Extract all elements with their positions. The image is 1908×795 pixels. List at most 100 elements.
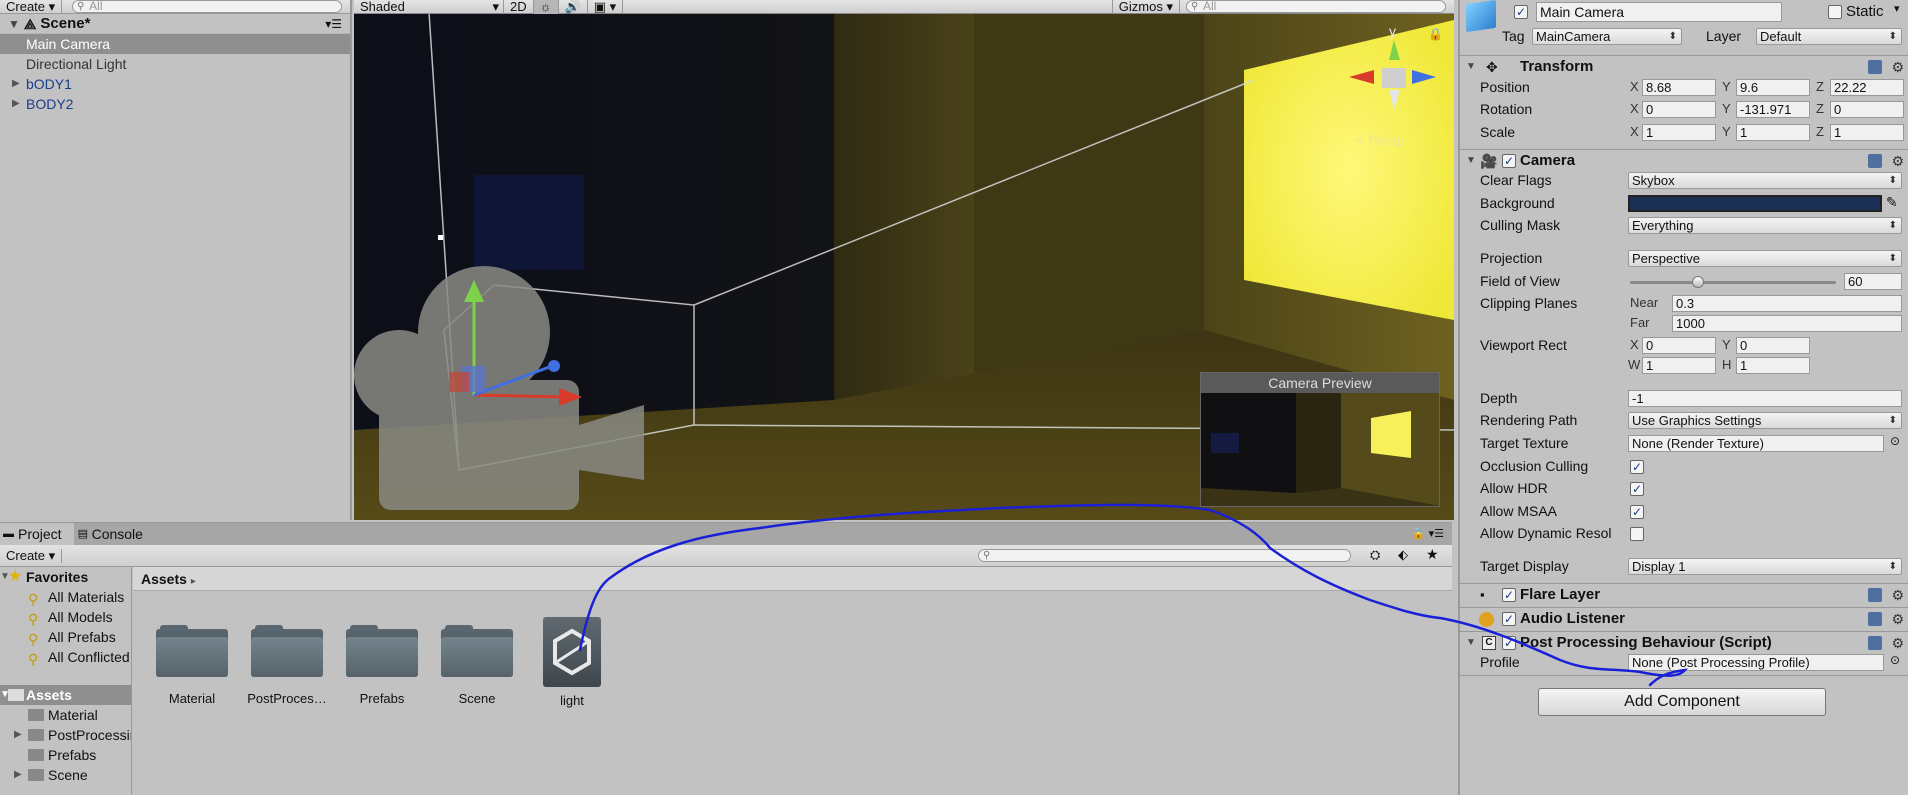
static-checkbox[interactable] — [1828, 5, 1842, 19]
axis-z-label[interactable]: Z — [1816, 79, 1824, 94]
axis-z-label[interactable]: Z — [1816, 101, 1824, 116]
expand-arrow-icon[interactable]: ▶ — [12, 94, 20, 114]
position-x-input[interactable]: 8.68 — [1642, 79, 1716, 96]
expand-arrow-icon[interactable]: ▼ — [8, 14, 20, 34]
collapse-arrow-icon[interactable]: ▼ — [1466, 632, 1476, 654]
tab-project[interactable]: ▬ Project — [0, 523, 74, 545]
post-processing-component-header[interactable]: ▼ C ✓ Post Processing Behaviour (Script)… — [1460, 631, 1908, 653]
audio-listener-checkbox[interactable]: ✓ — [1502, 612, 1516, 626]
gizmos-dropdown[interactable]: Gizmos ▾ — [1111, 0, 1180, 14]
panel-menu-icon[interactable]: 🔒 ▾☰ — [1412, 523, 1444, 545]
expand-arrow-icon[interactable]: ▶ — [12, 74, 20, 94]
axis-x-label[interactable]: X — [1630, 101, 1639, 116]
favorite-item-all-materials[interactable]: ⚲ All Materials — [0, 587, 131, 607]
hierarchy-item-main-camera[interactable]: Main Camera — [0, 34, 350, 54]
allow-msaa-checkbox[interactable]: ✓ — [1630, 505, 1644, 519]
favorite-item-all-models[interactable]: ⚲ All Models — [0, 607, 131, 627]
favorite-item-all-conflicted[interactable]: ⚲ All Conflicted — [0, 647, 131, 667]
gear-icon[interactable]: ⚙ — [1891, 632, 1904, 654]
profile-field[interactable]: None (Post Processing Profile) — [1628, 654, 1884, 671]
axis-x-label[interactable]: X — [1630, 79, 1639, 94]
rotation-y-input[interactable]: -131.971 — [1736, 101, 1810, 118]
clear-flags-dropdown[interactable]: Skybox — [1628, 172, 1902, 189]
axis-h-label[interactable]: H — [1722, 357, 1731, 372]
object-name-input[interactable]: Main Camera — [1536, 2, 1782, 22]
transform-component-header[interactable]: ▼ ✥ Transform ⚙ — [1460, 55, 1908, 77]
expand-arrow-icon[interactable]: ▶ — [14, 765, 22, 785]
projection-dropdown[interactable]: Perspective — [1628, 250, 1902, 267]
rotation-z-input[interactable]: 0 — [1830, 101, 1904, 118]
tree-folder-material[interactable]: Material — [0, 705, 131, 725]
static-dropdown-icon[interactable]: ▾ — [1894, 2, 1900, 15]
help-book-icon[interactable] — [1868, 60, 1882, 74]
axis-z-label[interactable]: Z — [1816, 124, 1824, 139]
filter-label-icon[interactable]: ⬖ — [1398, 547, 1408, 563]
allow-dynamic-resolution-checkbox[interactable] — [1630, 527, 1644, 541]
occlusion-culling-checkbox[interactable]: ✓ — [1630, 460, 1644, 474]
background-color-swatch[interactable] — [1628, 195, 1882, 212]
axis-y-label[interactable]: Y — [1722, 79, 1731, 94]
post-processing-checkbox[interactable]: ✓ — [1502, 636, 1516, 650]
viewport-x-input[interactable]: 0 — [1642, 337, 1716, 354]
axis-y-label[interactable]: Y — [1722, 337, 1731, 352]
help-book-icon[interactable] — [1868, 612, 1882, 626]
far-label[interactable]: Far — [1630, 315, 1650, 330]
camera-enabled-checkbox[interactable]: ✓ — [1502, 154, 1516, 168]
help-book-icon[interactable] — [1868, 154, 1882, 168]
scale-z-input[interactable]: 1 — [1830, 124, 1904, 141]
viewport-h-input[interactable]: 1 — [1736, 357, 1810, 374]
near-label[interactable]: Near — [1630, 295, 1658, 310]
collapse-arrow-icon[interactable]: ▼ — [1466, 56, 1476, 78]
tab-console[interactable]: ▤ Console — [74, 523, 155, 545]
asset-folder-material[interactable]: Material — [147, 625, 237, 706]
add-component-button[interactable]: Add Component — [1538, 688, 1826, 716]
asset-folder-prefabs[interactable]: Prefabs — [337, 625, 427, 706]
lock-icon[interactable]: 🔒 — [1428, 27, 1443, 41]
projection-label[interactable]: < Persp — [1356, 132, 1405, 148]
tree-folder-postprocessing[interactable]: ▶ PostProcessing — [0, 725, 131, 745]
allow-hdr-checkbox[interactable]: ✓ — [1630, 482, 1644, 496]
assets-root-folder[interactable]: ▼ Assets — [0, 685, 131, 705]
position-z-input[interactable]: 22.22 — [1830, 79, 1904, 96]
expand-arrow-icon[interactable]: ▶ — [14, 725, 22, 745]
scale-y-input[interactable]: 1 — [1736, 124, 1810, 141]
favorites-header[interactable]: ▼ ★ Favorites — [0, 567, 131, 587]
viewport-w-input[interactable]: 1 — [1642, 357, 1716, 374]
tag-dropdown[interactable]: MainCamera — [1532, 28, 1682, 45]
target-display-dropdown[interactable]: Display 1 — [1628, 558, 1902, 575]
effects-toggle-icon[interactable]: ▣ ▾ — [588, 0, 624, 14]
scene-search-input[interactable]: ⚲ All — [1186, 0, 1446, 13]
tree-folder-scene[interactable]: ▶ Scene — [0, 765, 131, 785]
flare-layer-component-header[interactable]: ▪ ✓ Flare Layer ⚙ — [1460, 583, 1908, 605]
project-search-input[interactable]: ⚲ — [978, 549, 1351, 562]
object-picker-icon[interactable]: ⊙ — [1890, 653, 1900, 667]
hierarchy-item-directional-light[interactable]: Directional Light — [0, 54, 350, 74]
fov-input[interactable]: 60 — [1844, 273, 1902, 290]
shading-mode-dropdown[interactable]: Shaded ▾ — [354, 0, 504, 14]
collapse-arrow-icon[interactable]: ▼ — [1466, 150, 1476, 172]
axis-x-label[interactable]: X — [1630, 124, 1639, 139]
lighting-toggle-icon[interactable]: ☼ — [533, 0, 559, 14]
hierarchy-item-body1[interactable]: ▶ bODY1 — [0, 74, 350, 94]
object-picker-icon[interactable]: ⊙ — [1890, 434, 1900, 448]
gear-icon[interactable]: ⚙ — [1891, 150, 1904, 172]
asset-folder-postprocessing[interactable]: PostProces… — [242, 625, 332, 706]
camera-component-header[interactable]: ▼ 🎥 ✓ Camera ⚙ — [1460, 149, 1908, 171]
toggle-2d-button[interactable]: 2D — [504, 0, 534, 14]
culling-mask-dropdown[interactable]: Everything — [1628, 217, 1902, 234]
frustum-handle[interactable] — [438, 235, 443, 240]
asset-folder-scene[interactable]: Scene — [432, 625, 522, 706]
hierarchy-item-body2[interactable]: ▶ BODY2 — [0, 94, 350, 114]
favorite-item-all-prefabs[interactable]: ⚲ All Prefabs — [0, 627, 131, 647]
flare-layer-checkbox[interactable]: ✓ — [1502, 588, 1516, 602]
near-input[interactable]: 0.3 — [1672, 295, 1902, 312]
audio-toggle-icon[interactable]: 🔊 — [559, 0, 588, 14]
rendering-path-dropdown[interactable]: Use Graphics Settings — [1628, 412, 1902, 429]
target-texture-field[interactable]: None (Render Texture) — [1628, 435, 1884, 452]
rotation-x-input[interactable]: 0 — [1642, 101, 1716, 118]
axis-x-label[interactable]: X — [1630, 337, 1639, 352]
gear-icon[interactable]: ⚙ — [1891, 584, 1904, 606]
active-checkbox[interactable]: ✓ — [1514, 5, 1528, 19]
hierarchy-search-input[interactable]: ⚲ All — [72, 0, 343, 13]
tree-folder-prefabs[interactable]: Prefabs — [0, 745, 131, 765]
